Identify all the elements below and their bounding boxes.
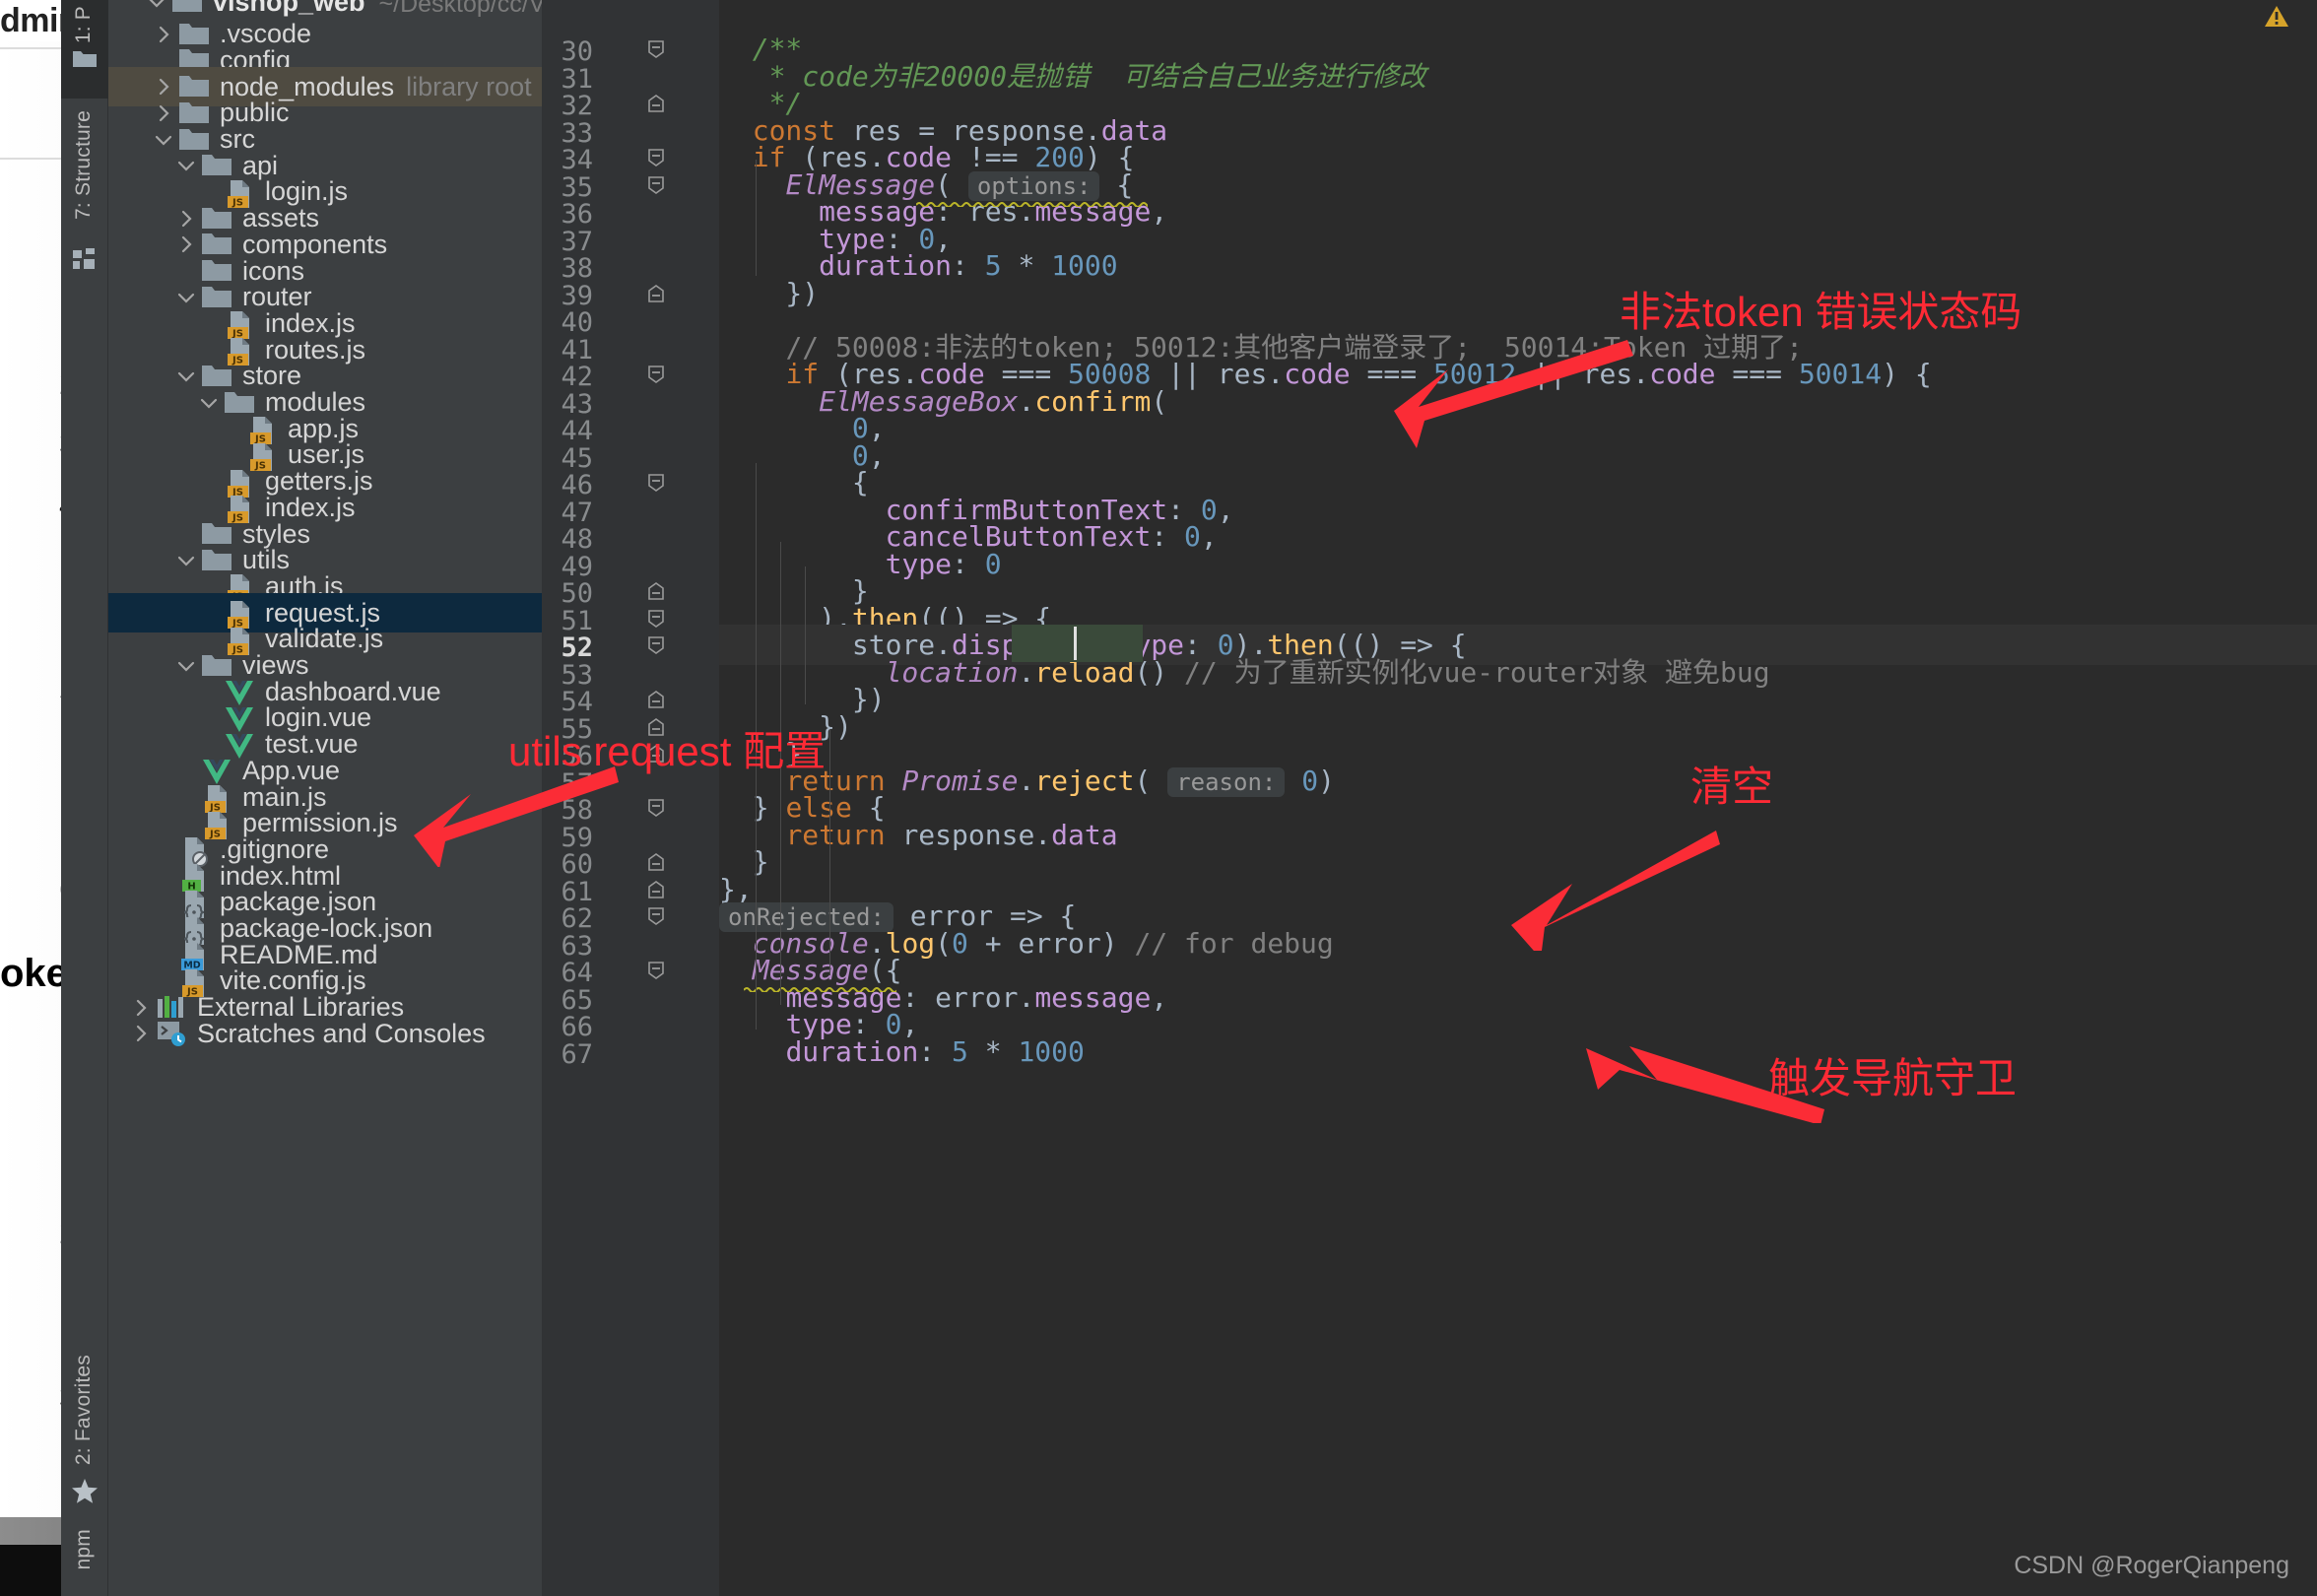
line-number: 45 — [524, 443, 593, 474]
fold-end-icon[interactable] — [646, 94, 668, 115]
folder-icon — [72, 47, 98, 74]
fold-minus-icon[interactable] — [646, 961, 668, 982]
line-number: 38 — [524, 253, 593, 284]
line-number: 48 — [524, 524, 593, 555]
line-number: 36 — [524, 199, 593, 230]
annotation-clear-store: 清空 — [1690, 754, 1773, 814]
chevron-right-icon[interactable] — [128, 1021, 154, 1046]
line-number: 49 — [524, 552, 593, 582]
line-number: 62 — [524, 903, 593, 934]
line-number: 59 — [524, 823, 593, 853]
line-number: 54 — [524, 687, 593, 717]
error-squiggle — [744, 979, 896, 983]
line-number: 41 — [524, 335, 593, 366]
annotation-nav-guard: 触发导航守卫 — [1768, 1045, 2017, 1105]
line-number: 51 — [524, 606, 593, 636]
line-number: 63 — [524, 931, 593, 962]
project-tree-panel[interactable]: vishop_web~/Desktop/cc/Vishop/00项目代码/00前… — [108, 0, 542, 1596]
fold-end-icon[interactable] — [646, 284, 668, 305]
annotation-token-error-code: 非法token 错误状态码 — [1620, 279, 2021, 339]
word-highlight — [1012, 625, 1143, 662]
line-number: 33 — [524, 118, 593, 149]
line-number: 65 — [524, 985, 593, 1016]
line-number: 61 — [524, 877, 593, 907]
line-number: 44 — [524, 416, 593, 446]
line-number: 58 — [524, 795, 593, 826]
indent-guide — [805, 566, 806, 704]
fold-minus-icon[interactable] — [646, 39, 668, 61]
fold-minus-icon[interactable] — [646, 635, 668, 657]
annotation-utils-request-conf: utils request 配置 — [508, 718, 826, 778]
fold-end-icon[interactable] — [646, 880, 668, 901]
line-number: 47 — [524, 498, 593, 528]
editor-gutter[interactable]: 30 31 32 33 34 35 36 37 38 39 40 41 42 43 44 45 46 47 48 49… — [542, 0, 719, 1596]
line-number: 53 — [524, 660, 593, 691]
fold-end-icon[interactable] — [646, 581, 668, 603]
line-number: 67 — [524, 1039, 593, 1070]
line-number: 50 — [524, 578, 593, 609]
line-number: 43 — [524, 389, 593, 420]
code-editor[interactable]: /** * code为非20000是抛错 可结合自己业务进行修改 */ cons… — [719, 0, 2317, 1596]
tool-window-strip: 1: P 7: Structure 2: Favorites npm — [61, 0, 108, 1596]
tree-item-label: Scratches and Consoles — [197, 1019, 486, 1049]
star-icon — [71, 1478, 99, 1509]
fold-end-icon[interactable] — [646, 690, 668, 711]
indent-guide — [829, 893, 830, 971]
line-number: 30 — [524, 36, 593, 67]
tab-npm[interactable]: npm — [72, 1529, 96, 1569]
indent-guide — [756, 160, 757, 276]
line-number: 66 — [524, 1012, 593, 1042]
error-squiggle — [916, 194, 1148, 198]
line-number: 39 — [524, 281, 593, 311]
chevron-down-icon[interactable] — [144, 0, 169, 15]
fold-end-icon[interactable] — [646, 852, 668, 874]
line-number: 64 — [524, 958, 593, 988]
line-number: 42 — [524, 362, 593, 392]
csdn-watermark: CSDN @RogerQianpeng — [2014, 1552, 2289, 1580]
fold-minus-icon[interactable] — [646, 148, 668, 169]
line-number: 34 — [524, 145, 593, 175]
line-number: 37 — [524, 227, 593, 257]
folder-icon — [171, 0, 205, 16]
fold-minus-icon[interactable] — [646, 798, 668, 820]
tab-favorites[interactable]: 2: Favorites — [72, 1355, 96, 1465]
structure-icon — [73, 248, 97, 275]
fold-minus-icon[interactable] — [646, 365, 668, 386]
line-number: 40 — [524, 307, 593, 338]
code-line[interactable]: duration: 5 * 1000 — [719, 1031, 2317, 1072]
line-number: 60 — [524, 849, 593, 880]
line-number: 52 — [524, 632, 593, 663]
line-number: 46 — [524, 470, 593, 500]
fold-minus-icon[interactable] — [646, 609, 668, 631]
fold-minus-icon[interactable] — [646, 473, 668, 495]
line-number: 35 — [524, 172, 593, 203]
tree-row[interactable]: Scratches and Consoles — [108, 1014, 542, 1053]
fold-minus-icon[interactable] — [646, 906, 668, 928]
tab-structure[interactable]: 7: Structure — [72, 110, 96, 220]
fold-minus-icon[interactable] — [646, 175, 668, 197]
tab-project[interactable]: 1: P — [72, 6, 96, 43]
line-number: 31 — [524, 64, 593, 95]
scratches-icon — [156, 1020, 189, 1047]
line-number: 32 — [524, 91, 593, 121]
text-caret — [1074, 627, 1077, 660]
